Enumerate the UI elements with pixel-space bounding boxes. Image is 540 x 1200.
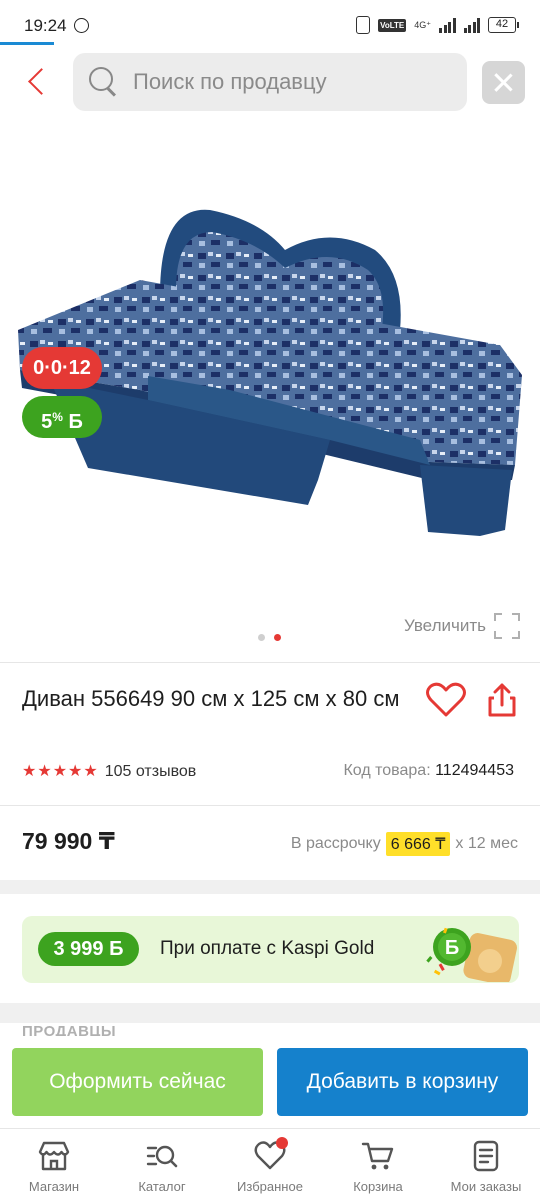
bonus-percent-unit: % [52,410,63,424]
battery-icon: 42 [488,17,519,33]
bonus-sign: Б [68,411,83,433]
close-button[interactable] [482,61,525,104]
product-image[interactable] [0,140,540,640]
vibrate-icon [356,16,371,34]
product-price: 79 990 ₸ [22,828,115,854]
installment-badge: 0·0·12 [22,347,102,389]
divider [0,805,540,806]
nav-label-store: Магазин [28,1179,80,1194]
orders-icon [473,1140,499,1172]
pagination-dot[interactable] [258,634,265,641]
nav-label-cart: Корзина [353,1179,403,1194]
status-indicators: VoLTE 4G⁺ 42 [356,14,519,36]
back-button[interactable] [24,64,54,100]
image-pagination [258,634,281,641]
bonus-amount: 3 999 Б [38,932,139,966]
nav-item-favorites[interactable]: Избранное [216,1129,324,1200]
zoom-label: Увеличить [404,616,486,635]
zoom-button[interactable]: Увеличить [404,610,520,642]
action-bar: Оформить сейчас Добавить в корзину [0,1036,540,1128]
divider [0,662,540,663]
monthly-payment: 6 666 ₸ [385,832,451,856]
expand-icon [494,613,520,639]
svg-text:Б: Б [445,937,459,959]
nav-label-favorites: Избранное [237,1179,303,1194]
kaspi-gold-card-icon: Б [426,927,517,982]
rating-row[interactable]: ★ ★ ★ ★ ★ 105 отзывов [22,760,196,784]
star-icon: ★ [22,763,37,780]
signal-icon [439,17,456,33]
star-icon: ★ [37,763,52,780]
product-code: Код товара: 112494453 [343,762,514,780]
star-icon: ★ [52,763,68,780]
heart-icon [426,682,466,717]
cart-icon [361,1142,394,1170]
section-separator [0,880,540,894]
section-separator [0,1003,540,1023]
status-time: 19:24 [24,16,67,35]
installment-info: В рассрочку 6 666 ₸ x 12 мес [291,832,518,856]
nav-item-orders[interactable]: Мои заказы [432,1129,540,1200]
favorite-button[interactable] [426,682,466,718]
network-type: 4G⁺ [414,19,431,30]
star-icon: ★ [68,763,83,780]
kaspi-gold-banner[interactable]: 3 999 Б При оплате с Kaspi Gold Б [22,916,519,983]
notification-dot [276,1137,288,1149]
whatsapp-icon [74,18,89,33]
bottom-navigation: Магазин Каталог Избранное Корзина Мои за… [0,1128,540,1200]
buy-now-button[interactable]: Оформить сейчас [12,1048,263,1116]
product-code-value: 112494453 [435,762,514,779]
nav-label-orders: Мои заказы [450,1179,522,1194]
kaspi-gold-text: При оплате с Kaspi Gold [160,938,375,959]
product-code-label: Код товара: [343,762,431,779]
search-input[interactable] [133,53,453,111]
nav-item-catalog[interactable]: Каталог [108,1129,216,1200]
volte-label: VoLTE [378,18,407,32]
installment-label: В рассрочку [290,835,381,852]
search-bar[interactable] [73,53,467,111]
star-icon: ★ [83,763,98,780]
store-icon [38,1141,70,1171]
pagination-dot-active[interactable] [274,634,281,641]
sofa-image [18,209,522,536]
bonus-percent: 5 [41,411,53,433]
search-icon [89,67,119,97]
installment-term: x 12 мес [455,835,518,852]
status-bar: 19:24 VoLTE 4G⁺ 42 [0,0,540,48]
nav-label-catalog: Каталог [138,1179,186,1194]
loading-indicator [0,42,54,45]
add-to-cart-button[interactable]: Добавить в корзину [277,1048,528,1116]
share-button[interactable] [482,682,522,718]
bonus-badge: 5% Б [22,396,102,438]
share-icon [488,683,516,717]
nav-item-cart[interactable]: Корзина [324,1129,432,1200]
product-title: Диван 556649 90 см x 125 см x 80 см [22,686,400,711]
catalog-search-icon [146,1145,178,1168]
reviews-link[interactable]: 105 отзывов [105,763,197,781]
nav-item-store[interactable]: Магазин [0,1129,108,1200]
signal-icon-2 [463,17,480,33]
rating-stars: ★ ★ ★ ★ ★ [22,764,98,780]
close-icon [492,71,515,94]
